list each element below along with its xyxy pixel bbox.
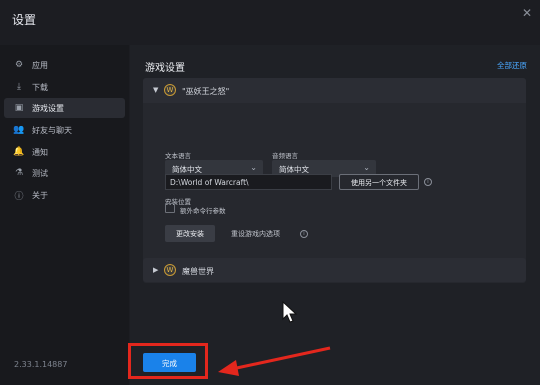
mouse-cursor-icon <box>282 301 298 323</box>
annotation-arrow <box>218 346 331 376</box>
